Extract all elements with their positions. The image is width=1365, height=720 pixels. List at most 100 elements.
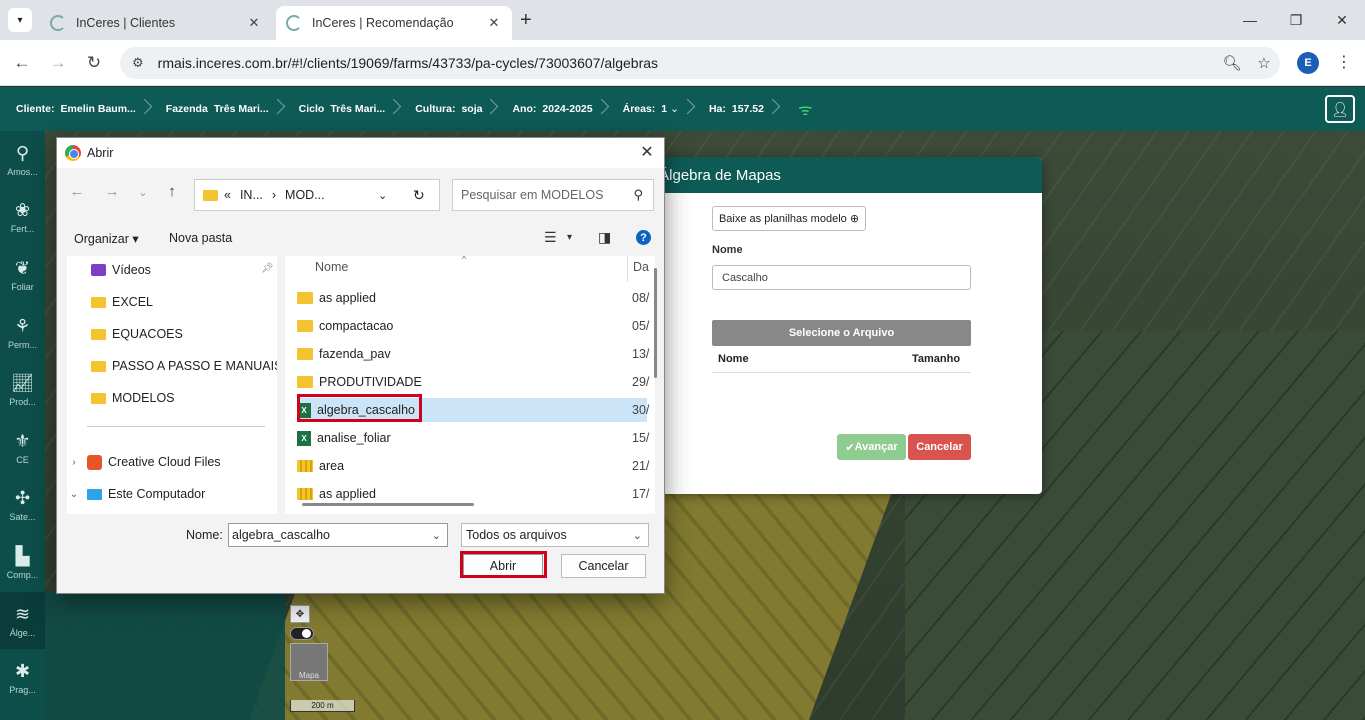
sidebar-item-fertilidade[interactable]: ❀ Fert... bbox=[0, 189, 45, 247]
nav-item-videos[interactable]: Vídeos bbox=[91, 256, 151, 284]
sidebar-item-ce[interactable]: ⚜ CE bbox=[0, 419, 45, 477]
algebra-modal: r Álgebra de Mapas Baixe as planilhas mo… bbox=[620, 157, 1042, 494]
preview-pane-icon[interactable]: ◨ bbox=[598, 229, 611, 246]
table-header-size: Tamanho bbox=[912, 353, 961, 365]
folder-icon bbox=[91, 392, 106, 404]
file-type-select[interactable]: Todos os arquivos ⌄ bbox=[461, 523, 649, 547]
dialog-cancel-button[interactable]: Cancelar bbox=[561, 554, 646, 578]
zoom-icon[interactable]: 🔍︎ bbox=[1216, 54, 1248, 72]
arrow-left-icon[interactable]: ← bbox=[67, 183, 87, 200]
url-text[interactable]: rmais.inceres.com.br/#!/clients/19069/fa… bbox=[158, 55, 1216, 71]
new-folder-button[interactable]: Nova pasta bbox=[169, 231, 232, 245]
star-icon[interactable]: ☆ bbox=[1248, 54, 1280, 72]
column-divider[interactable] bbox=[627, 256, 628, 282]
filename-input[interactable]: algebra_cascalho ⌄ bbox=[228, 523, 448, 547]
sidebar-item-satelite[interactable]: ✣ Sate... bbox=[0, 477, 45, 535]
name-input[interactable]: Cascalho bbox=[712, 265, 971, 290]
site-info-icon[interactable]: ⚙ bbox=[132, 55, 144, 71]
path-breadcrumb[interactable]: « IN... › MOD... ⌄ ↻ bbox=[194, 179, 440, 211]
sidebar-item-produtividade[interactable]: 📈︎ Prod... bbox=[0, 361, 45, 419]
close-icon[interactable]: ✕ bbox=[636, 142, 658, 162]
chevron-down-icon[interactable]: ⌄ bbox=[432, 529, 441, 542]
map-scale-bar: 200 m bbox=[290, 700, 355, 712]
sidebar-item-compactacao[interactable]: ▙ Comp... bbox=[0, 534, 45, 592]
file-row[interactable]: area 21/ bbox=[297, 454, 649, 478]
move-icon[interactable]: ✥ bbox=[290, 605, 310, 623]
tab-search-icon[interactable]: ▾ bbox=[8, 8, 32, 32]
path-segment[interactable]: MOD... bbox=[285, 188, 325, 202]
reload-icon[interactable]: ↻ bbox=[82, 51, 106, 75]
file-row[interactable]: Xanalise_foliar 15/ bbox=[297, 426, 649, 450]
close-tab-icon[interactable]: ✕ bbox=[246, 15, 262, 31]
open-file-dialog: Abrir ✕ ← → ⌄ ↑ « IN... › MOD... ⌄ ↻ Pes… bbox=[56, 137, 665, 594]
crumb-areas[interactable]: Áreas: 1 ⌄ bbox=[607, 87, 693, 131]
search-input[interactable]: Pesquisar em MODELOS ⚲ bbox=[452, 179, 654, 211]
nav-item-creative-cloud[interactable]: › Creative Cloud Files bbox=[67, 448, 221, 476]
user-menu-button[interactable]: 👤︎ bbox=[1325, 95, 1355, 123]
sidebar-item-algebra[interactable]: ≋ Álge... bbox=[0, 591, 45, 650]
new-tab-icon[interactable]: + bbox=[520, 10, 532, 30]
chevron-down-icon[interactable]: ⌄ bbox=[378, 189, 387, 202]
chevron-right-icon[interactable]: › bbox=[67, 457, 81, 468]
minimize-icon[interactable]: — bbox=[1227, 0, 1273, 40]
arrow-up-icon[interactable]: ↑ bbox=[162, 183, 182, 200]
crumb-ciclo[interactable]: Ciclo Três Mari... bbox=[283, 87, 400, 131]
nav-item-equacoes[interactable]: EQUACOES bbox=[91, 320, 183, 348]
folder-icon bbox=[297, 292, 313, 304]
browser-tab-bar: ▾ InCeres | Clientes ✕ InCeres | Recomen… bbox=[0, 0, 1365, 40]
download-templates-button[interactable]: Baixe as planilhas modelo ⊕ bbox=[712, 206, 866, 231]
cancel-button[interactable]: Cancelar bbox=[908, 434, 971, 460]
loading-favicon-icon bbox=[50, 15, 66, 31]
folder-icon bbox=[297, 348, 313, 360]
help-icon[interactable]: ? bbox=[636, 230, 651, 245]
crumb-fazenda[interactable]: Fazenda Três Mari... bbox=[150, 87, 283, 131]
column-header-date[interactable]: Da bbox=[633, 260, 649, 274]
dialog-title: Abrir bbox=[87, 146, 114, 160]
arrow-right-icon[interactable]: → bbox=[102, 183, 122, 200]
folder-icon bbox=[297, 320, 313, 332]
kebab-icon[interactable]: ⋮ bbox=[1336, 52, 1352, 72]
nav-item-modelos[interactable]: MODELOS bbox=[91, 384, 175, 412]
chevron-down-icon[interactable]: ▾ bbox=[567, 232, 572, 243]
nav-item-passo-a-passo[interactable]: PASSO A PASSO E MANUAIS bbox=[91, 352, 277, 380]
file-row[interactable]: fazenda_pav 13/ bbox=[297, 342, 649, 366]
browser-tab-clientes[interactable]: InCeres | Clientes ✕ bbox=[40, 6, 272, 40]
sidebar-item-perm[interactable]: ⚘ Perm... bbox=[0, 304, 45, 362]
file-row[interactable]: as applied 08/ bbox=[297, 286, 649, 310]
close-tab-icon[interactable]: ✕ bbox=[486, 15, 502, 31]
file-row[interactable]: PRODUTIVIDADE 29/ bbox=[297, 370, 649, 394]
excel-icon: X bbox=[297, 430, 311, 446]
crumb-cliente[interactable]: Cliente: Emelin Baum... bbox=[0, 87, 150, 131]
profile-avatar[interactable]: E bbox=[1297, 52, 1319, 74]
reload-icon[interactable]: ↻ bbox=[413, 187, 425, 204]
restore-icon[interactable]: ❐ bbox=[1273, 0, 1319, 40]
sidebar-item-pragas[interactable]: ✱ Prag... bbox=[0, 649, 45, 707]
arrow-left-icon[interactable]: ← bbox=[10, 51, 34, 75]
sidebar: ⚲ Amos... ❀ Fert... ❦ Foliar ⚘ Perm... 📈︎ Pro… bbox=[0, 131, 45, 720]
arrow-right-icon[interactable]: → bbox=[46, 51, 70, 75]
scrollbar[interactable] bbox=[654, 268, 657, 378]
nav-item-este-computador[interactable]: ⌄ Este Computador bbox=[67, 480, 205, 508]
organize-menu[interactable]: Organizar ▾ bbox=[74, 231, 139, 246]
crumb-ano[interactable]: Ano: 2024-2025 bbox=[496, 87, 606, 131]
browser-tab-recomendacao[interactable]: InCeres | Recomendação ✕ bbox=[276, 6, 512, 40]
file-row[interactable]: compactacao 05/ bbox=[297, 314, 649, 338]
crumb-cultura[interactable]: Cultura: soja bbox=[399, 87, 496, 131]
close-window-icon[interactable]: ✕ bbox=[1319, 0, 1365, 40]
view-list-icon[interactable]: ☰ bbox=[544, 229, 557, 246]
table-header-name: Nome bbox=[718, 353, 749, 365]
chevron-down-icon[interactable]: ⌄ bbox=[67, 489, 81, 500]
next-button[interactable]: ✔ Avançar bbox=[837, 434, 906, 460]
layer-toggle[interactable] bbox=[290, 627, 314, 640]
sidebar-item-foliar[interactable]: ❦ Foliar bbox=[0, 246, 45, 304]
column-header-name[interactable]: Nome bbox=[315, 260, 348, 274]
basemap-thumbnail[interactable]: Mapa bbox=[290, 643, 328, 681]
horizontal-scrollbar[interactable] bbox=[302, 503, 474, 506]
nav-item-excel[interactable]: EXCEL bbox=[91, 288, 153, 316]
select-file-button[interactable]: Selecione o Arquivo bbox=[712, 320, 971, 346]
sidebar-item-amostragem[interactable]: ⚲ Amos... bbox=[0, 131, 45, 189]
chevron-down-icon[interactable]: ⌄ bbox=[133, 186, 153, 199]
path-segment[interactable]: IN... bbox=[240, 188, 263, 202]
address-bar[interactable]: ⚙ rmais.inceres.com.br/#!/clients/19069/… bbox=[120, 47, 1280, 79]
layers-icon: ≋ bbox=[14, 603, 31, 624]
